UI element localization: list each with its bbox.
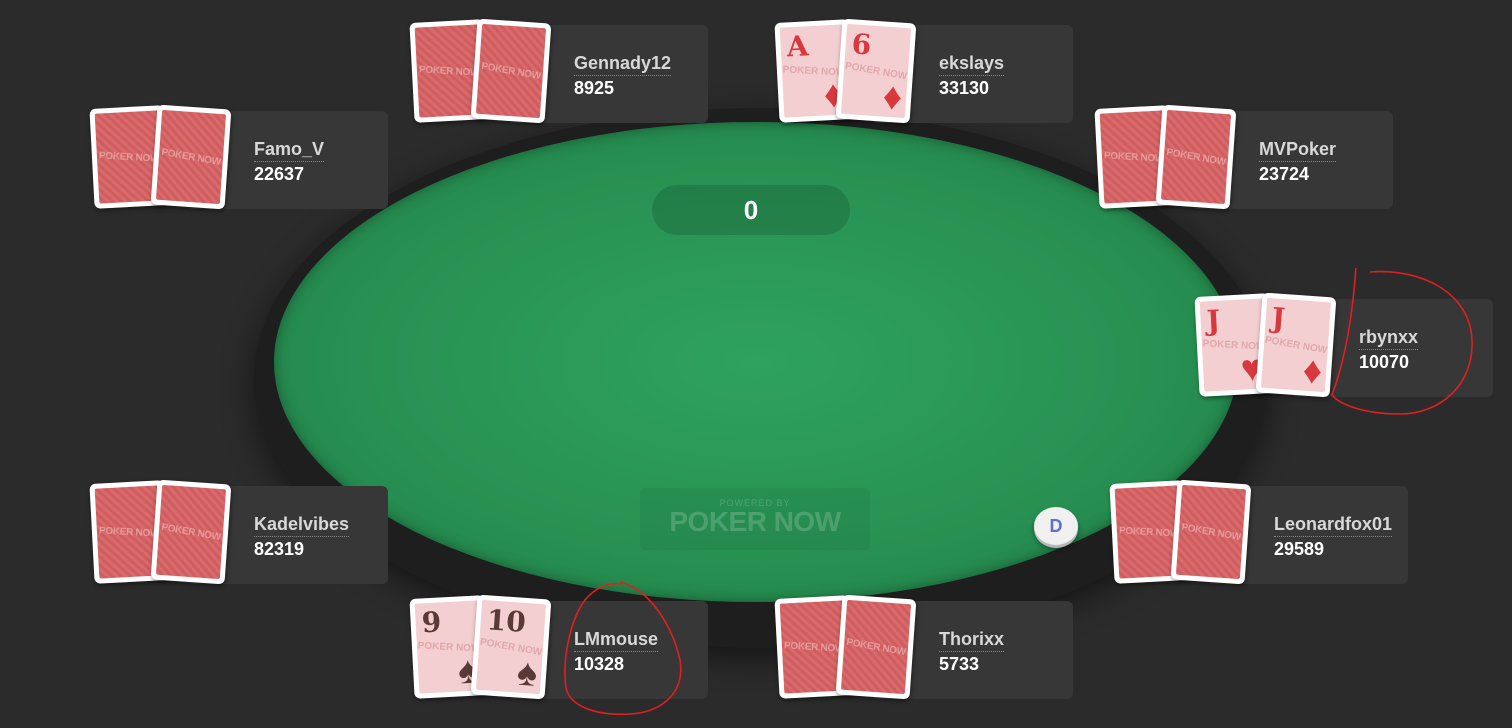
card-back: POKER NOW: [1155, 104, 1237, 210]
card-rank: J: [1205, 303, 1221, 338]
card-back-logo: POKER NOW: [845, 636, 907, 658]
seat-famo-v[interactable]: POKER NOW POKER NOW Famo_V 22637: [89, 104, 388, 210]
player-name[interactable]: Thorixx: [939, 629, 1005, 652]
card-rank: J: [1270, 301, 1287, 336]
card-back-logo: POKER NOW: [98, 524, 160, 540]
card-rank: 9: [420, 605, 443, 640]
player-info: Leonardfox01 29589: [1274, 514, 1393, 560]
card-back-logo: POKER NOW: [160, 521, 222, 543]
player-name[interactable]: rbynxx: [1359, 327, 1419, 350]
player-stack: 33130: [939, 78, 990, 98]
card-face: POKER NOW 10 ♠: [470, 594, 552, 700]
brand-logo-text: POKER NOW: [669, 506, 841, 537]
card-back-logo: POKER NOW: [98, 149, 160, 165]
player-info: MVPoker 23724: [1259, 139, 1337, 185]
card-back: POKER NOW: [150, 479, 232, 585]
player-info: rbynxx 10070: [1359, 327, 1419, 373]
player-stack: 8925: [574, 78, 615, 98]
card-back-logo: POKER NOW: [480, 60, 542, 82]
player-stack: 10070: [1359, 352, 1410, 372]
card-rank: 6: [850, 27, 873, 62]
card-back-logo: POKER NOW: [1118, 524, 1180, 540]
diamond-suit-icon: ♦: [881, 75, 904, 119]
seat-kadelvibes[interactable]: POKER NOW POKER NOW Kadelvibes 82319: [89, 479, 388, 585]
diamond-suit-icon: ♦: [1301, 349, 1324, 393]
player-stack: 22637: [254, 164, 305, 184]
card-back: POKER NOW: [1170, 479, 1252, 585]
seat-lmmouse[interactable]: POKER NOW 9 ♠ POKER NOW 10 ♠ LMmouse 103…: [409, 594, 708, 700]
seat-mvpoker[interactable]: POKER NOW POKER NOW MVPoker 23724: [1094, 104, 1393, 210]
card-back-logo: POKER NOW: [1103, 149, 1165, 165]
player-info: Famo_V 22637: [254, 139, 325, 185]
card-back-logo: POKER NOW: [418, 63, 480, 79]
table-logo: POWERED BY POKER NOW: [640, 488, 870, 550]
card-back-logo: POKER NOW: [1165, 146, 1227, 168]
player-stack: 29589: [1274, 539, 1325, 559]
card-rank: A: [785, 29, 810, 64]
player-stack: 5733: [939, 654, 980, 674]
seat-rbynxx[interactable]: POKER NOW J ♥ POKER NOW J ♦ rbynxx 10070: [1194, 292, 1493, 398]
player-info: ekslays 33130: [939, 53, 1005, 99]
card-back-logo: POKER NOW: [1180, 521, 1242, 543]
player-name[interactable]: Kadelvibes: [254, 514, 350, 537]
player-name[interactable]: ekslays: [939, 53, 1005, 76]
seat-ekslays[interactable]: POKER NOW A ♦ POKER NOW 6 ♦ ekslays 3313…: [774, 18, 1073, 124]
player-stack: 10328: [574, 654, 625, 674]
seat-gennady12[interactable]: POKER NOW POKER NOW Gennady12 8925: [409, 18, 708, 124]
seat-leonardfox01[interactable]: POKER NOW POKER NOW Leonardfox01 29589: [1109, 479, 1408, 585]
player-stack: 23724: [1259, 164, 1310, 184]
player-name[interactable]: MVPoker: [1259, 139, 1337, 162]
card-face: POKER NOW J ♦: [1255, 292, 1337, 398]
player-info: LMmouse 10328: [574, 629, 659, 675]
player-name[interactable]: Leonardfox01: [1274, 514, 1393, 537]
card-rank: 10: [485, 603, 527, 639]
player-info: Gennady12 8925: [574, 53, 672, 99]
card-back: POKER NOW: [470, 18, 552, 124]
card-back: POKER NOW: [150, 104, 232, 210]
pot-amount: 0: [652, 185, 850, 235]
player-stack: 82319: [254, 539, 305, 559]
card-back-logo: POKER NOW: [160, 146, 222, 168]
dealer-button: D: [1034, 507, 1078, 545]
seat-thorixx[interactable]: POKER NOW POKER NOW Thorixx 5733: [774, 594, 1073, 700]
player-name[interactable]: Famo_V: [254, 139, 325, 162]
player-name[interactable]: Gennady12: [574, 53, 672, 76]
player-info: Thorixx 5733: [939, 629, 1005, 675]
spade-suit-icon: ♠: [515, 651, 539, 695]
card-face: POKER NOW 6 ♦: [835, 18, 917, 124]
card-back: POKER NOW: [835, 594, 917, 700]
card-back-logo: POKER NOW: [783, 639, 845, 655]
player-name[interactable]: LMmouse: [574, 629, 659, 652]
player-info: Kadelvibes 82319: [254, 514, 350, 560]
